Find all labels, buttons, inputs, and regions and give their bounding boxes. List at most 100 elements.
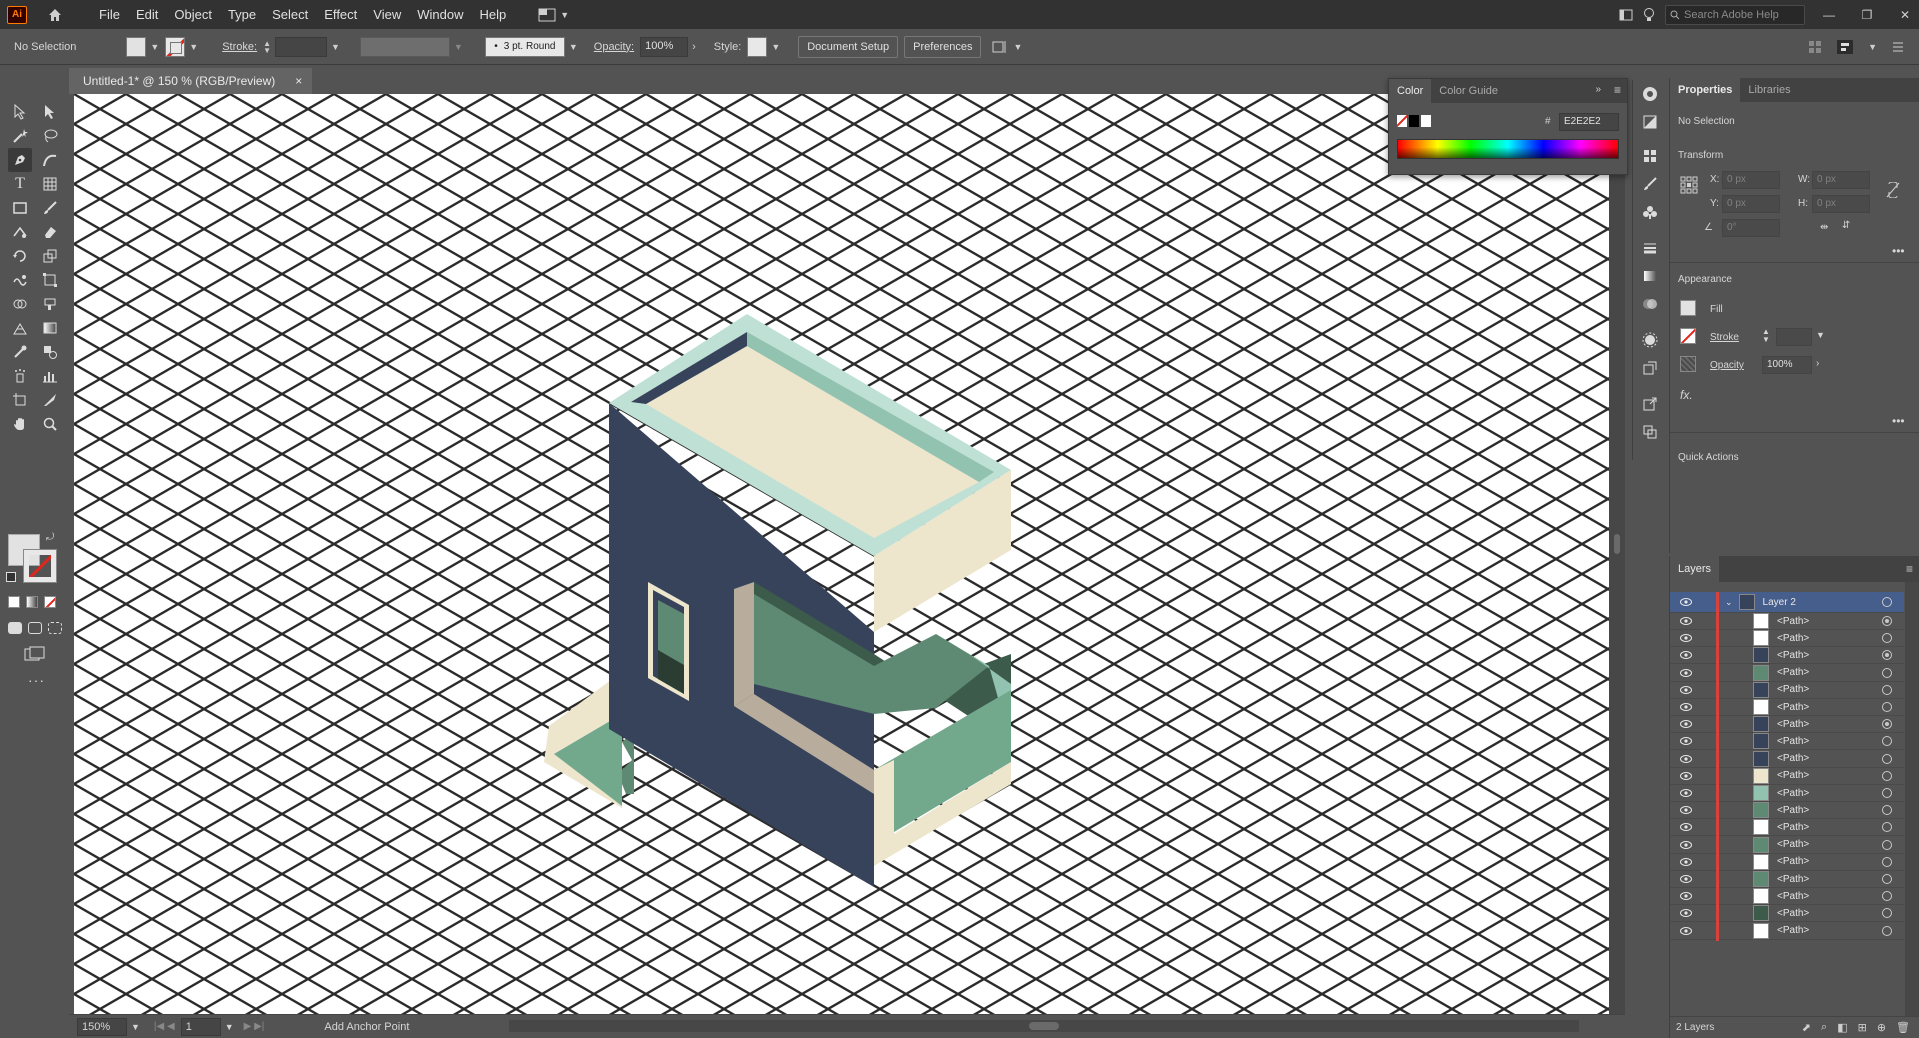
color-mode-icon[interactable] bbox=[8, 596, 20, 608]
layer-target-icon[interactable] bbox=[1882, 633, 1892, 644]
stroke-indicator[interactable] bbox=[23, 549, 57, 583]
layer-target-icon[interactable] bbox=[1882, 839, 1892, 850]
layer-name[interactable]: <Path> bbox=[1777, 856, 1867, 867]
layer-row-path[interactable]: <Path> bbox=[1670, 679, 1904, 701]
menu-object[interactable]: Object bbox=[166, 0, 220, 29]
appearance-icon[interactable] bbox=[1633, 326, 1667, 354]
visibility-eye-icon[interactable] bbox=[1676, 857, 1696, 866]
visibility-eye-icon[interactable] bbox=[1676, 823, 1696, 832]
paintbrush-tool-icon[interactable] bbox=[38, 196, 62, 220]
home-icon[interactable] bbox=[43, 3, 67, 27]
layer-row-path[interactable]: <Path> bbox=[1670, 799, 1904, 821]
visibility-eye-icon[interactable] bbox=[1676, 840, 1696, 849]
layer-target-icon[interactable] bbox=[1882, 788, 1892, 798]
layer-target-icon[interactable] bbox=[1882, 822, 1892, 833]
chevron-down-icon[interactable]: ▼ bbox=[569, 42, 578, 52]
flip-horizontal-icon[interactable]: ⇹ bbox=[1820, 222, 1828, 233]
artwork[interactable] bbox=[74, 94, 1609, 1014]
chevron-down-icon[interactable]: ▼ bbox=[1013, 42, 1022, 52]
visibility-eye-icon[interactable] bbox=[1676, 720, 1696, 729]
eyedropper-tool-icon[interactable] bbox=[8, 340, 32, 364]
visibility-eye-icon[interactable] bbox=[1676, 703, 1696, 711]
h-field[interactable]: 0 px bbox=[1812, 195, 1870, 213]
layer-row-path[interactable]: <Path> bbox=[1670, 730, 1904, 752]
layer-row-path[interactable]: <Path> bbox=[1670, 644, 1904, 666]
horizontal-scroll-thumb[interactable] bbox=[1029, 1022, 1059, 1030]
layer-row-path[interactable]: <Path> bbox=[1670, 902, 1904, 924]
layer-target-icon[interactable] bbox=[1882, 719, 1892, 730]
restore-button[interactable]: ❐ bbox=[1853, 0, 1881, 29]
chevron-down-icon[interactable]: ▼ bbox=[131, 1022, 140, 1032]
stroke-label[interactable]: Stroke bbox=[1710, 332, 1739, 343]
live-paint-tool-icon[interactable] bbox=[38, 292, 62, 316]
layer-row-path[interactable]: <Path> bbox=[1670, 765, 1904, 787]
blend-tool-icon[interactable] bbox=[38, 340, 62, 364]
zoom-field[interactable]: 150% bbox=[77, 1017, 127, 1036]
chevron-down-icon[interactable]: ▼ bbox=[1868, 42, 1877, 52]
layer-name[interactable]: <Path> bbox=[1777, 667, 1867, 678]
layer-target-icon[interactable] bbox=[1882, 925, 1892, 936]
visibility-eye-icon[interactable] bbox=[1676, 892, 1696, 901]
menu-help[interactable]: Help bbox=[471, 0, 514, 29]
visibility-eye-icon[interactable] bbox=[1676, 806, 1696, 815]
y-field[interactable]: 0 px bbox=[1722, 195, 1780, 213]
layer-name[interactable]: <Path> bbox=[1777, 925, 1867, 936]
rectangle-tool-icon[interactable] bbox=[8, 196, 32, 220]
chevron-down-icon[interactable]: ▼ bbox=[189, 42, 198, 52]
layer-name[interactable]: <Path> bbox=[1777, 616, 1867, 627]
panel-menu-icon[interactable]: ≡ bbox=[1614, 83, 1621, 97]
shape-builder-tool-icon[interactable] bbox=[8, 292, 32, 316]
chevron-down-icon[interactable]: ▼ bbox=[225, 1022, 234, 1032]
layer-name[interactable]: <Path> bbox=[1777, 684, 1867, 695]
column-graph-tool-icon[interactable] bbox=[38, 364, 62, 388]
stroke-label[interactable]: Stroke: bbox=[222, 41, 257, 53]
none-color-swatch[interactable] bbox=[1397, 115, 1407, 127]
chevron-right-icon[interactable]: › bbox=[1816, 358, 1819, 369]
artboards-icon[interactable] bbox=[1633, 418, 1667, 446]
locate-object-icon[interactable]: ⌕ bbox=[1821, 1021, 1827, 1034]
visibility-eye-icon[interactable] bbox=[1676, 651, 1696, 660]
fill-swatch[interactable] bbox=[1680, 300, 1696, 316]
stroke-weight-spinner[interactable]: ▲ ▼ bbox=[1762, 328, 1770, 344]
layer-target-icon[interactable] bbox=[1882, 770, 1892, 781]
layer-name[interactable]: <Path> bbox=[1777, 702, 1867, 713]
rotate-field[interactable]: 0° bbox=[1722, 219, 1780, 237]
hex-input[interactable]: E2E2E2 bbox=[1559, 113, 1619, 131]
tab-properties[interactable]: Properties bbox=[1670, 78, 1741, 102]
fill-stroke-control[interactable]: ⤾ bbox=[6, 532, 60, 586]
layer-target-icon[interactable] bbox=[1882, 616, 1892, 626]
layer-name[interactable]: Layer 2 bbox=[1763, 597, 1853, 608]
more-options-icon[interactable]: ••• bbox=[1892, 244, 1905, 258]
layer-name[interactable]: <Path> bbox=[1777, 874, 1867, 885]
opacity-label[interactable]: Opacity: bbox=[594, 41, 634, 53]
menu-view[interactable]: View bbox=[365, 0, 409, 29]
new-sublayer-icon[interactable]: ⊞ bbox=[1858, 1021, 1867, 1034]
visibility-eye-icon[interactable] bbox=[1676, 634, 1696, 643]
chevron-down-icon[interactable]: ▼ bbox=[771, 42, 780, 52]
swap-fill-stroke-icon[interactable]: ⤾ bbox=[46, 532, 54, 543]
swatches-icon[interactable] bbox=[1633, 142, 1667, 170]
default-fill-stroke-icon[interactable] bbox=[6, 572, 16, 582]
visibility-eye-icon[interactable] bbox=[1676, 789, 1696, 797]
tab-layers[interactable]: Layers bbox=[1670, 556, 1720, 582]
layer-target-icon[interactable] bbox=[1882, 667, 1892, 678]
fill-swatch[interactable] bbox=[126, 36, 147, 57]
layer-name[interactable]: <Path> bbox=[1777, 753, 1867, 764]
shaper-tool-icon[interactable] bbox=[8, 220, 32, 244]
gradient-tool-icon[interactable] bbox=[38, 316, 62, 340]
search-help-input[interactable]: Search Adobe Help bbox=[1665, 4, 1805, 25]
panel-menu-icon[interactable] bbox=[1891, 40, 1905, 54]
document-tab[interactable]: Untitled-1* @ 150 % (RGB/Preview) × bbox=[69, 68, 313, 94]
layer-target-icon[interactable] bbox=[1882, 684, 1892, 695]
w-field[interactable]: 0 px bbox=[1812, 171, 1870, 189]
rotate-tool-icon[interactable] bbox=[8, 244, 32, 268]
chevron-down-icon[interactable]: ▼ bbox=[331, 42, 340, 52]
layer-name[interactable]: <Path> bbox=[1777, 805, 1867, 816]
layer-target-icon[interactable] bbox=[1882, 891, 1892, 902]
menu-edit[interactable]: Edit bbox=[128, 0, 166, 29]
none-mode-icon[interactable] bbox=[44, 596, 56, 608]
menu-effect[interactable]: Effect bbox=[316, 0, 365, 29]
tab-color[interactable]: Color bbox=[1389, 79, 1432, 103]
minimize-button[interactable]: — bbox=[1815, 0, 1843, 29]
panel-menu-icon[interactable]: ≡ bbox=[1906, 562, 1913, 576]
